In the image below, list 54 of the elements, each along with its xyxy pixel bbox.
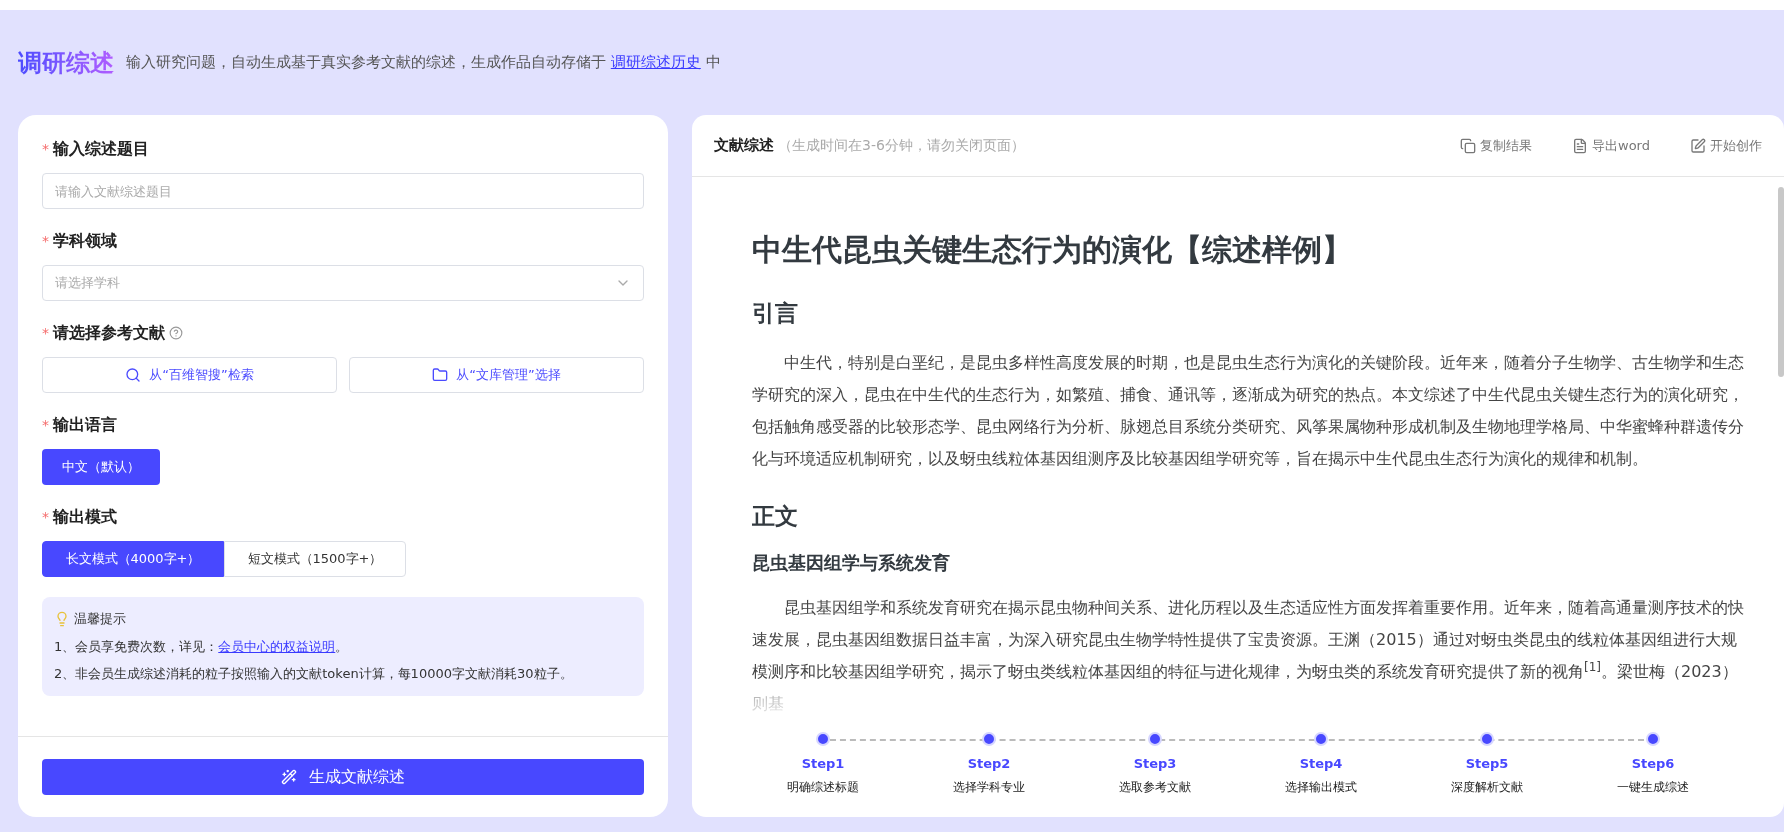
step-number: Step4 [1299,755,1343,773]
mode-option[interactable]: 长文模式（4000字+） [42,541,224,577]
step-number: Step1 [801,755,845,773]
tip-text: 1、会员享免费次数，详见：会员中心的权益说明。 [54,637,350,656]
required-asterisk: * [42,508,49,527]
paragraph: 中生代，特别是白垩纪，是昆虫多样性高度发展的时期，也是昆虫生态行为演化的关键阶段。近年来，随着分子生物学、古生物学和生态学研究的深入，昆虫在中生代的生态行为，如繁殖、捕食、通讯等，逐渐成为研究的热点。本文综述了中生代昆虫关键生态行为的演化研究，包括触角感受器的比较形态学、昆虫网络行为分析、脉翅总目系统分类研究、风筝果属物种形成机制及生物地理学格局、中华蜜蜂种群遗传分化与环境适应机制研究，以及蚜虫线粒体基因组测序及比较基因组学研究等，旨在揭示中生代昆虫生态行为演化的规律和机制。 [752,351,1745,470]
field-label: 输入综述题目 [53,138,149,160]
language-option[interactable]: 中文（默认） [42,449,160,485]
benefits-link[interactable]: 会员中心的权益说明 [218,638,336,654]
step-number: Step6 [1631,755,1675,773]
copy-icon [1460,137,1477,154]
toolbar-action[interactable]: 复制结果 [1460,135,1533,156]
reference-source-button[interactable]: 从“百维智搜”检索 [42,357,337,393]
section-heading: 引言 [752,299,799,328]
field-label: 学科领域 [53,230,117,252]
step-label: 一键生成综述 [1617,778,1689,796]
topic-input[interactable]: 请输入文献综述题目 [42,173,644,209]
tips-title: 温馨提示 [74,610,126,628]
edit-icon [1690,137,1706,154]
lightbulb-icon [54,610,70,627]
mode-option[interactable]: 短文模式（1500字+） [224,541,406,577]
step-label: 选择学科专业 [953,778,1025,796]
search-icon [125,367,142,383]
result-title: 文献综述 [714,135,774,157]
folder-icon [432,367,449,383]
document-title: 中生代昆虫关键生态行为的演化【综述样例】 [752,231,1353,269]
step-number: Step3 [1133,755,1177,773]
subsection-heading: 昆虫基因组学与系统发育 [752,551,951,575]
required-asterisk: * [42,416,49,435]
step-label: 深度解析文献 [1451,778,1523,796]
generate-button[interactable]: 生成文献综述 [42,759,644,795]
tip-text: 2、非会员生成综述消耗的粒子按照输入的文献token计算，每10000字文献消耗30粒子。 [54,665,574,683]
magic-wand-icon [281,769,297,785]
history-link[interactable]: 调研综述历史 [610,53,701,72]
reference-source-button[interactable]: 从“文库管理”选择 [349,357,644,393]
required-asterisk: * [42,140,49,159]
section-heading: 正文 [752,501,799,531]
toolbar-action[interactable]: 开始创作 [1690,135,1762,156]
step-number: Step5 [1465,755,1509,773]
help-icon [169,326,183,340]
result-hint: （生成时间在3-6分钟，请勿关闭页面） [778,136,1025,155]
field-label: 请选择参考文献 [53,322,165,344]
step-number: Step2 [967,755,1011,773]
required-asterisk: * [42,232,49,251]
step-label: 选择输出模式 [1285,778,1357,796]
page-description: 输入研究问题，自动生成基于真实参考文献的综述，生成作品自动存储于 调研综述历史 中 [126,52,721,74]
scrollbar-thumb[interactable] [1778,187,1784,377]
field-label: 输出模式 [53,506,117,528]
toolbar-action[interactable]: 导出word [1572,135,1650,156]
step-label: 明确综述标题 [787,778,859,796]
step-label: 选取参考文献 [1119,778,1191,796]
required-asterisk: * [42,324,49,343]
field-label: 输出语言 [53,414,117,436]
document-icon [1572,137,1589,154]
